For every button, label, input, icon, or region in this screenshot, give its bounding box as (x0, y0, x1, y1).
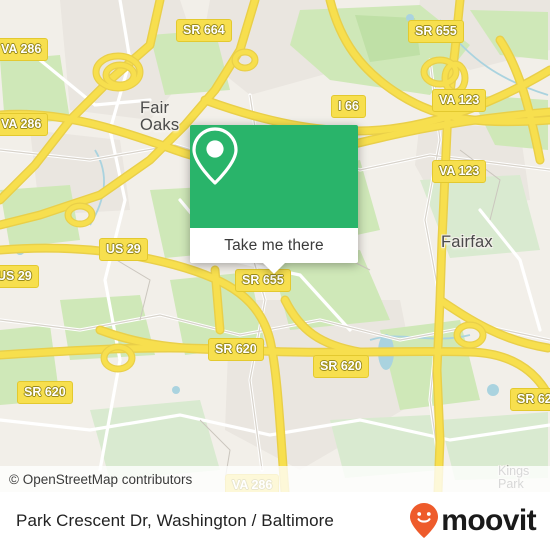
footer-bar: Park Crescent Dr, Washington / Baltimore… (0, 492, 550, 550)
highway-shield-sr-620[interactable]: SR 620 (510, 388, 550, 411)
moovit-logo[interactable]: moovit (409, 502, 537, 540)
highway-shield-va-286[interactable]: VA 286 (0, 113, 49, 136)
popup-tail (263, 263, 285, 274)
highway-shield-sr-620[interactable]: SR 620 (17, 381, 73, 404)
highway-shield-us-29[interactable]: US 29 (0, 265, 39, 288)
highway-shield-us-29[interactable]: US 29 (99, 238, 148, 261)
popup-action-label[interactable]: Take me there (190, 228, 358, 263)
map-pin-icon (192, 127, 238, 185)
highway-shield-sr-620[interactable]: SR 620 (313, 355, 369, 378)
popup-header (190, 125, 358, 228)
attribution-text: © OpenStreetMap contributors (9, 471, 193, 487)
brand-wordmark: moovit (441, 504, 536, 537)
map-canvas[interactable]: FairOaks Fairfax KingsPark SR 664 SR 655… (0, 0, 550, 492)
highway-shield-va-123[interactable]: VA 123 (432, 89, 487, 112)
map-attribution: © OpenStreetMap contributors (0, 466, 550, 492)
highway-shield-sr-655[interactable]: SR 655 (408, 20, 464, 43)
highway-shield-va-123[interactable]: VA 123 (432, 160, 487, 183)
highway-shield-sr-620[interactable]: SR 620 (208, 338, 264, 361)
location-popup-card[interactable]: Take me there (190, 125, 358, 274)
moovit-pin-smiley-icon (410, 503, 439, 538)
highway-shield-i-66[interactable]: I 66 (331, 95, 366, 118)
highway-shield-sr-664[interactable]: SR 664 (176, 19, 232, 42)
highway-shield-va-286[interactable]: VA 286 (0, 38, 49, 61)
map-screenshot: FairOaks Fairfax KingsPark SR 664 SR 655… (0, 0, 550, 550)
page-title: Park Crescent Dr, Washington / Baltimore (16, 511, 334, 530)
